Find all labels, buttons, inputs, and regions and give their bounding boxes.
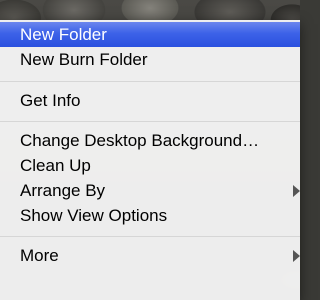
menu-item-label: Get Info — [20, 91, 81, 110]
submenu-arrow-icon — [293, 185, 300, 197]
menu-separator — [0, 81, 300, 82]
menu-item-arrange-by[interactable]: Arrange By — [0, 178, 300, 203]
menu-item-show-view-options[interactable]: Show View Options — [0, 203, 300, 228]
menu-item-clean-up[interactable]: Clean Up — [0, 153, 300, 178]
menu-item-label: Clean Up — [20, 156, 91, 175]
menu-item-label: More — [20, 246, 59, 265]
menu-item-label: Change Desktop Background… — [20, 131, 260, 150]
menu-item-label: New Burn Folder — [20, 50, 148, 69]
menu-separator — [0, 121, 300, 122]
menu-item-new-burn-folder[interactable]: New Burn Folder — [0, 47, 300, 72]
submenu-arrow-icon — [293, 250, 300, 262]
desktop-context-menu: New Folder New Burn Folder Get Info Chan… — [0, 20, 300, 300]
menu-item-new-folder[interactable]: New Folder — [0, 22, 300, 47]
menu-item-more[interactable]: More — [0, 243, 300, 268]
menu-item-label: New Folder — [20, 25, 107, 44]
menu-item-label: Show View Options — [20, 206, 168, 225]
menu-item-get-info[interactable]: Get Info — [0, 88, 300, 113]
menu-separator — [0, 236, 300, 237]
menu-item-change-desktop-background[interactable]: Change Desktop Background… — [0, 128, 300, 153]
menu-item-label: Arrange By — [20, 181, 106, 200]
